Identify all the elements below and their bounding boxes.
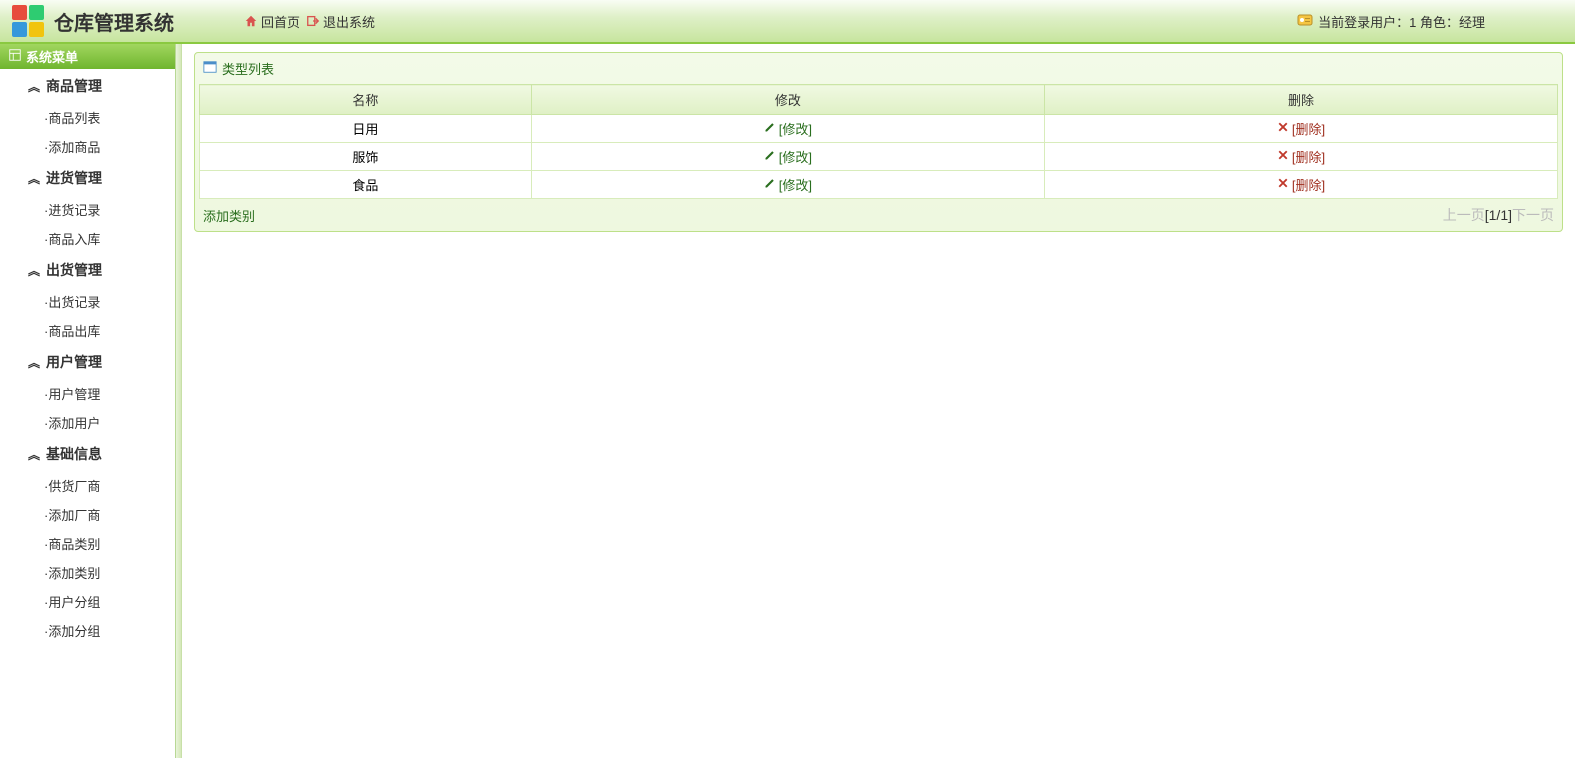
edit-link[interactable]: [修改] [764, 147, 812, 166]
edit-link[interactable]: [修改] [764, 175, 812, 194]
menu-group-label: 进货管理 [46, 168, 102, 188]
table-row: 日用 [修改] [删除] [200, 115, 1558, 143]
chevron-icon: ︽ [28, 262, 40, 279]
user-icon [1297, 12, 1313, 31]
delete-link[interactable]: [删除] [1277, 175, 1325, 194]
home-link[interactable]: 回首页 [244, 12, 300, 31]
chevron-icon: ︽ [28, 170, 40, 187]
panel-footer: 添加类别 上一页[1/1]下一页 [199, 199, 1558, 227]
cell-edit: [修改] [531, 171, 1044, 199]
cell-delete: [删除] [1044, 143, 1557, 171]
pencil-icon [764, 121, 776, 136]
cell-delete: [删除] [1044, 171, 1557, 199]
menu-group-label: 用户管理 [46, 352, 102, 372]
add-category-link[interactable]: 添加类别 [203, 206, 255, 225]
menu-item-4-1[interactable]: ·添加厂商 [0, 500, 175, 529]
menu-group-4[interactable]: ︽ 基础信息 [0, 437, 175, 471]
menu-group-3[interactable]: ︽ 用户管理 [0, 345, 175, 379]
delete-link[interactable]: [删除] [1277, 119, 1325, 138]
menu-item-3-0[interactable]: ·用户管理 [0, 379, 175, 408]
col-name: 名称 [200, 85, 532, 115]
exit-icon [306, 14, 320, 28]
menu-group-2[interactable]: ︽ 出货管理 [0, 253, 175, 287]
top-bar: 仓库管理系统 回首页 退出系统 当前登录用户：1 角色：经理 [0, 0, 1575, 44]
top-actions: 回首页 退出系统 [244, 12, 375, 31]
delete-label: [删除] [1292, 147, 1325, 166]
panel-title: 类型列表 [199, 57, 1558, 84]
table-row: 食品 [修改] [删除] [200, 171, 1558, 199]
menu-group-label: 出货管理 [46, 260, 102, 280]
edit-label: [修改] [779, 175, 812, 194]
exit-label: 退出系统 [323, 12, 375, 31]
home-icon [244, 14, 258, 28]
menu-item-2-0[interactable]: ·出货记录 [0, 287, 175, 316]
x-icon [1277, 177, 1289, 192]
x-icon [1277, 121, 1289, 136]
menu-item-4-4[interactable]: ·用户分组 [0, 587, 175, 616]
home-label: 回首页 [261, 12, 300, 31]
app-logo-icon [10, 3, 46, 39]
content-area: 类型列表 名称 修改 删除 日用 [修改] [删除] 服饰 [修改] [删除] 食品 [修改]… [182, 44, 1575, 758]
user-info: 当前登录用户：1 角色：经理 [1297, 12, 1485, 31]
menu-icon [8, 48, 22, 65]
app-title: 仓库管理系统 [54, 7, 174, 36]
menu-group-label: 商品管理 [46, 76, 102, 96]
menu-item-2-1[interactable]: ·商品出库 [0, 316, 175, 345]
menu-item-4-3[interactable]: ·添加类别 [0, 558, 175, 587]
cell-name: 日用 [200, 115, 532, 143]
pager: 上一页[1/1]下一页 [1443, 205, 1554, 225]
menu-item-4-0[interactable]: ·供货厂商 [0, 471, 175, 500]
table-row: 服饰 [修改] [删除] [200, 143, 1558, 171]
window-icon [203, 60, 217, 77]
user-info-text: 当前登录用户：1 角色：经理 [1318, 12, 1485, 31]
sidebar: 系统菜单 ︽ 商品管理 ·商品列表·添加商品 ︽ 进货管理 ·进货记录·商品入库 ︽ 出货管理… [0, 44, 176, 758]
exit-link[interactable]: 退出系统 [306, 12, 375, 31]
menu-item-3-1[interactable]: ·添加用户 [0, 408, 175, 437]
menu-group-0[interactable]: ︽ 商品管理 [0, 69, 175, 103]
delete-label: [删除] [1292, 119, 1325, 138]
menu-item-4-5[interactable]: ·添加分组 [0, 616, 175, 645]
pager-status: [1/1] [1485, 207, 1512, 223]
chevron-icon: ︽ [28, 78, 40, 95]
menu-item-0-0[interactable]: ·商品列表 [0, 103, 175, 132]
cell-name: 食品 [200, 171, 532, 199]
cell-delete: [删除] [1044, 115, 1557, 143]
edit-link[interactable]: [修改] [764, 119, 812, 138]
menu-item-1-1[interactable]: ·商品入库 [0, 224, 175, 253]
delete-label: [删除] [1292, 175, 1325, 194]
sidebar-title: 系统菜单 [26, 47, 78, 66]
panel-title-text: 类型列表 [222, 59, 274, 78]
chevron-icon: ︽ [28, 354, 40, 371]
data-table: 名称 修改 删除 日用 [修改] [删除] 服饰 [修改] [删除] 食品 [修改] [删除] [199, 84, 1558, 199]
sidebar-header: 系统菜单 [0, 44, 175, 69]
menu-item-0-1[interactable]: ·添加商品 [0, 132, 175, 161]
delete-link[interactable]: [删除] [1277, 147, 1325, 166]
menu-item-1-0[interactable]: ·进货记录 [0, 195, 175, 224]
menu-item-4-2[interactable]: ·商品类别 [0, 529, 175, 558]
menu-group-label: 基础信息 [46, 444, 102, 464]
pencil-icon [764, 177, 776, 192]
menu-group-1[interactable]: ︽ 进货管理 [0, 161, 175, 195]
edit-label: [修改] [779, 119, 812, 138]
cell-name: 服饰 [200, 143, 532, 171]
pager-prev[interactable]: 上一页 [1443, 207, 1485, 223]
pencil-icon [764, 149, 776, 164]
col-edit: 修改 [531, 85, 1044, 115]
chevron-icon: ︽ [28, 446, 40, 463]
col-delete: 删除 [1044, 85, 1557, 115]
cell-edit: [修改] [531, 143, 1044, 171]
cell-edit: [修改] [531, 115, 1044, 143]
pager-next[interactable]: 下一页 [1512, 207, 1554, 223]
type-list-panel: 类型列表 名称 修改 删除 日用 [修改] [删除] 服饰 [修改] [删除] 食品 [修改]… [194, 52, 1563, 232]
edit-label: [修改] [779, 147, 812, 166]
x-icon [1277, 149, 1289, 164]
